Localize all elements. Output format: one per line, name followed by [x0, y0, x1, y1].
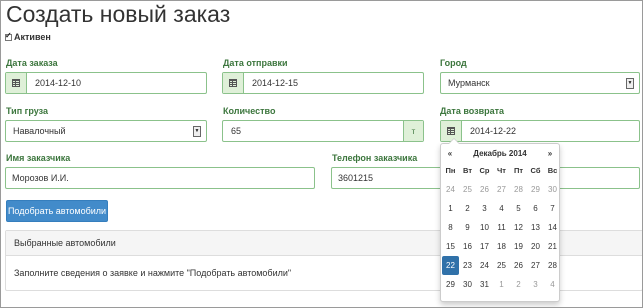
datepicker-day[interactable]: 26: [510, 256, 527, 275]
city-select[interactable]: Мурманск ▼: [440, 72, 640, 94]
datepicker-weekday: Сб: [530, 166, 541, 175]
datepicker-day[interactable]: 11: [493, 218, 510, 237]
city-label: Город: [440, 58, 467, 68]
datepicker-day[interactable]: 30: [459, 275, 476, 294]
datepicker-weekdays: Пн Вт Ср Чт Пт Сб Вс: [441, 162, 559, 180]
datepicker-day[interactable]: 29: [442, 275, 459, 294]
datepicker-day[interactable]: 31: [476, 275, 493, 294]
quantity-unit: т: [403, 121, 423, 141]
order-date-field[interactable]: 2014-12-10: [5, 72, 207, 94]
active-checkbox-row[interactable]: Активен: [5, 31, 51, 42]
datepicker-day[interactable]: 25: [493, 256, 510, 275]
active-checkbox[interactable]: [5, 31, 12, 41]
datepicker-day[interactable]: 2: [510, 275, 527, 294]
return-date-value: 2014-12-22: [470, 126, 517, 136]
datepicker-day-selected[interactable]: 22: [442, 256, 459, 275]
datepicker-day[interactable]: 28: [544, 256, 561, 275]
datepicker-weekday: Чт: [497, 166, 506, 175]
datepicker-day[interactable]: 6: [527, 199, 544, 218]
ship-date-label: Дата отправки: [223, 58, 288, 68]
customer-name-field[interactable]: Морозов И.И.: [5, 167, 315, 189]
quantity-label: Количество: [223, 106, 276, 116]
order-date-calendar-button[interactable]: [6, 73, 27, 93]
ship-date-field[interactable]: 2014-12-15: [222, 72, 424, 94]
active-label: Активен: [14, 32, 51, 42]
datepicker-day[interactable]: 25: [459, 180, 476, 199]
ship-date-calendar-button[interactable]: [223, 73, 244, 93]
datepicker-day[interactable]: 28: [510, 180, 527, 199]
customer-name-label: Имя заказчика: [6, 153, 71, 163]
datepicker-day[interactable]: 1: [442, 199, 459, 218]
datepicker-days: 24 25 26 27 28 29 30 1 2 3 4 5 6 7 8 9 10 11 12 13 14 15 16 17 1…: [441, 180, 559, 294]
datepicker-day[interactable]: 2: [459, 199, 476, 218]
datepicker-day[interactable]: 13: [527, 218, 544, 237]
window: Создать новый заказ Активен Дата заказа …: [0, 0, 643, 308]
datepicker-day[interactable]: 4: [544, 275, 561, 294]
customer-phone-value: 3601215: [338, 173, 374, 183]
datepicker-day[interactable]: 5: [510, 199, 527, 218]
datepicker-day[interactable]: 4: [493, 199, 510, 218]
return-date-label: Дата возврата: [440, 106, 505, 116]
cargo-type-select[interactable]: Навалочный ▼: [5, 120, 207, 142]
chevron-down-icon: ▼: [193, 125, 201, 137]
datepicker-day[interactable]: 8: [442, 218, 459, 237]
order-date-label: Дата заказа: [6, 58, 58, 68]
calendar-icon: [12, 79, 20, 87]
datepicker: « Декабрь 2014 » Пн Вт Ср Чт Пт Сб Вс 24 25 26 27…: [440, 138, 560, 302]
datepicker-day[interactable]: 20: [527, 237, 544, 256]
datepicker-day[interactable]: 15: [442, 237, 459, 256]
datepicker-day[interactable]: 3: [527, 275, 544, 294]
datepicker-weekday: Вт: [463, 166, 472, 175]
datepicker-day[interactable]: 17: [476, 237, 493, 256]
datepicker-day[interactable]: 16: [459, 237, 476, 256]
datepicker-day[interactable]: 12: [510, 218, 527, 237]
datepicker-day[interactable]: 1: [493, 275, 510, 294]
datepicker-day[interactable]: 27: [527, 256, 544, 275]
quantity-value: 65: [231, 126, 242, 136]
customer-phone-label: Телефон заказчика: [332, 153, 418, 163]
datepicker-day[interactable]: 26: [476, 180, 493, 199]
datepicker-weekday: Пт: [513, 166, 524, 175]
datepicker-day[interactable]: 27: [493, 180, 510, 199]
datepicker-day[interactable]: 7: [544, 199, 561, 218]
calendar-icon: [447, 127, 455, 135]
quantity-field[interactable]: 65 т: [222, 120, 424, 142]
datepicker-day[interactable]: 29: [527, 180, 544, 199]
datepicker-day[interactable]: 14: [544, 218, 561, 237]
datepicker-day[interactable]: 23: [459, 256, 476, 275]
find-cars-button[interactable]: Подобрать автомобили: [6, 200, 108, 222]
datepicker-day[interactable]: 9: [459, 218, 476, 237]
order-date-value: 2014-12-10: [35, 78, 82, 88]
datepicker-day[interactable]: 24: [476, 256, 493, 275]
datepicker-day[interactable]: 3: [476, 199, 493, 218]
datepicker-day[interactable]: 21: [544, 237, 561, 256]
datepicker-weekday: Ср: [479, 166, 490, 175]
datepicker-day[interactable]: 10: [476, 218, 493, 237]
datepicker-weekday: Вс: [547, 166, 558, 175]
datepicker-day[interactable]: 24: [442, 180, 459, 199]
datepicker-weekday: Пн: [445, 166, 456, 175]
datepicker-day[interactable]: 18: [493, 237, 510, 256]
page-title: Создать новый заказ: [6, 1, 231, 27]
chevron-down-icon: ▼: [626, 77, 634, 89]
calendar-icon: [229, 79, 237, 87]
city-value: Мурманск: [448, 78, 490, 88]
datepicker-day[interactable]: 30: [544, 180, 561, 199]
return-date-field[interactable]: 2014-12-22: [440, 120, 640, 142]
datepicker-prev-button[interactable]: «: [441, 149, 459, 158]
datepicker-header: « Декабрь 2014 »: [441, 144, 559, 162]
ship-date-value: 2014-12-15: [252, 78, 299, 88]
datepicker-next-button[interactable]: »: [541, 149, 559, 158]
customer-name-value: Морозов И.И.: [12, 173, 69, 183]
datepicker-month-switch[interactable]: Декабрь 2014: [459, 149, 541, 158]
datepicker-day[interactable]: 19: [510, 237, 527, 256]
cargo-type-label: Тип груза: [6, 106, 48, 116]
cargo-type-value: Навалочный: [13, 126, 66, 136]
